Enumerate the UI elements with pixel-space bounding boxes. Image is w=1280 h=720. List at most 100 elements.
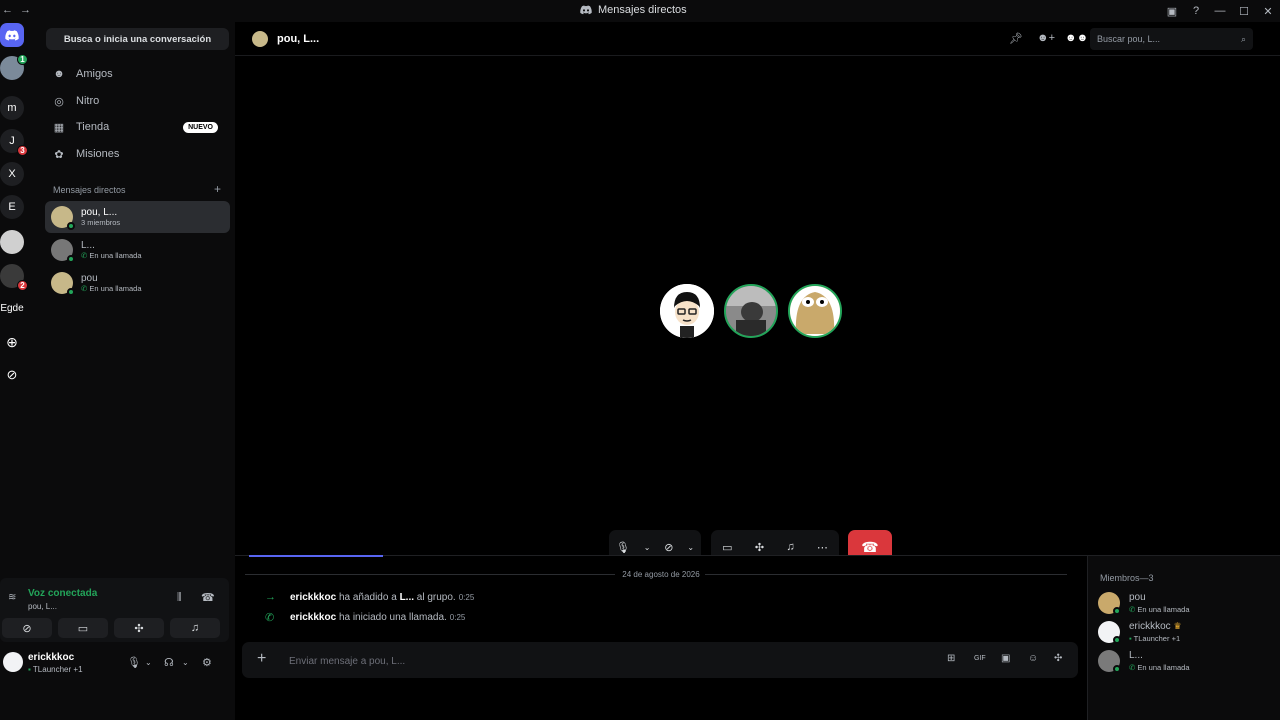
emoji-icon[interactable]: ☺ [1028,653,1038,664]
add-friends-icon[interactable]: ☻+ [1037,32,1055,44]
create-dm-icon[interactable]: + [214,182,221,196]
maximize-icon[interactable]: ☐ [1232,5,1256,18]
server-e[interactable]: E [0,195,24,219]
member-name: erickkkoc ♛ [1129,621,1182,632]
member-item[interactable]: erickkkoc ♛ ▪ TLauncher +1 [1098,619,1278,645]
status-dot [1113,636,1121,644]
dm-name: L... [81,239,95,251]
status-dot [67,255,75,263]
member-sub-extra: +1 [1171,634,1181,643]
soundboard-button[interactable]: ♫ [170,618,220,638]
chevron-down-icon[interactable]: ⌄ [687,543,694,552]
nav-quests-label: Misiones [76,148,120,160]
search-input[interactable]: Buscar pou, L... ⌕ [1090,28,1253,50]
message-author[interactable]: erickkkoc [290,612,336,623]
game-icon: ▪ [28,665,31,674]
dm-item-group[interactable]: pou, L... 3 miembros [45,201,230,233]
chevron-down-icon[interactable]: ⌄ [145,658,152,667]
group-avatar [252,31,268,47]
share-screen-button[interactable]: ▭ [58,618,108,638]
find-conversation-button[interactable]: Busca o inicia una conversación [46,28,229,50]
camera-off-button[interactable]: ⊘ [2,618,52,638]
home-button[interactable] [0,23,24,47]
chat-area: 24 de agosto de 2026 → erickkkoc ha añad… [235,555,1087,720]
message-target[interactable]: L... [400,592,414,603]
participant-avatar-pou[interactable] [788,284,842,338]
server-j[interactable]: J 3 [0,129,28,156]
server-egde[interactable]: Egde [0,296,24,320]
friends-icon: ☻ [53,68,65,80]
more-icon[interactable]: ⋯ [817,541,828,554]
status-dot [67,288,75,296]
date-divider: 24 de agosto de 2026 [622,570,700,579]
avatar [51,206,75,230]
inbox-icon[interactable]: ▣ [1160,5,1184,18]
activities-button[interactable]: ✣ [114,618,164,638]
dm-item-pou[interactable]: pou ✆ En una llamada [45,267,230,299]
server-avatar-group[interactable]: 2 [0,264,28,291]
server-x[interactable]: X [0,162,24,186]
nav-shop-label: Tienda [76,121,110,133]
group-dm-avatar[interactable]: 1 [0,54,28,80]
help-icon[interactable]: ? [1184,5,1208,17]
system-message: ✆ erickkkoc ha iniciado una llamada. 0:2… [265,611,465,624]
status-dot [67,222,75,230]
message-author[interactable]: erickkkoc [290,592,336,603]
member-item[interactable]: pou ✆ En una llamada [1098,590,1278,616]
member-item[interactable]: L... ✆ En una llamada [1098,648,1278,674]
discord-icon [580,5,592,15]
activities-icon[interactable]: ✣ [755,541,764,554]
pou-icon [790,286,840,336]
sticker-icon[interactable]: ▣ [1001,653,1010,664]
member-name-text: erickkkoc [1129,621,1171,632]
members-list-icon[interactable]: ☻☻ [1065,32,1088,44]
member-sub: ▪ TLauncher +1 [1129,634,1180,643]
message-composer[interactable]: + Enviar mensaje a pou, L... ⊞ GIF ▣ ☺ ✣ [242,642,1078,678]
signal-icon[interactable]: ≋ [8,592,16,603]
attach-icon[interactable]: + [257,650,266,668]
phone-icon: ✆ [265,612,275,624]
microphone-icon[interactable]: 🎙︎ [127,656,141,669]
add-server-icon[interactable]: ⊕ [0,330,24,354]
header: pou, L... 📌︎ ☻+ ☻☻ Buscar pou, L... ⌕ [235,22,1280,56]
phone-icon: ✆ [1129,663,1136,672]
participant-avatar-l[interactable] [724,284,778,338]
settings-icon[interactable]: ⚙︎ [202,656,212,669]
call-tab-indicator [249,555,383,557]
nav-arrows[interactable]: ← → [2,4,33,16]
chevron-down-icon[interactable]: ⌄ [182,658,189,667]
nav-friends[interactable]: ☻ Amigos [48,62,228,86]
disconnect-icon[interactable]: ☎ [201,591,215,604]
nav-shop[interactable]: ▦ Tienda NUEVO [48,115,228,139]
share-screen-icon[interactable]: ▭ [722,541,732,554]
apps-icon[interactable]: ✣ [1054,653,1062,664]
message-text: ha iniciado una llamada. [338,612,447,623]
dm-name: pou, L... [81,206,118,218]
mii-icon [660,284,714,338]
server-m[interactable]: m [0,96,24,120]
phone-icon: ✆ [81,250,88,260]
chevron-down-icon[interactable]: ⌄ [644,543,651,552]
soundboard-icon[interactable]: ♫ [786,541,794,553]
noise-suppression-icon[interactable]: ⫼ [177,592,182,603]
microphone-icon[interactable]: 🎙︎ [616,541,630,554]
nav-nitro[interactable]: ◎ Nitro [48,89,228,113]
gift-icon[interactable]: ⊞ [947,653,955,664]
explore-icon[interactable]: ⊘ [0,363,24,387]
camera-off-icon[interactable]: ⊘ [664,541,673,554]
title-bar: ← → Mensajes directos ▣ ? — ☐ ✕ [0,0,1280,22]
dm-item-l[interactable]: L... ✆ En una llamada [45,234,230,266]
minimize-icon[interactable]: — [1208,5,1232,17]
close-icon[interactable]: ✕ [1256,5,1280,18]
headphones-icon[interactable]: ☊ [164,656,174,669]
nav-quests[interactable]: ✿ Misiones [48,142,228,166]
dm-sub-text: En una llamada [89,283,142,293]
user-activity-extra: +1 [73,665,83,674]
pin-icon[interactable]: 📌︎ [1009,32,1023,45]
user-avatar[interactable] [3,652,23,672]
server-avatar-skull[interactable] [0,230,24,254]
member-sub: ✆ En una llamada [1129,663,1190,672]
voice-status: Voz conectada [28,588,98,599]
gif-icon[interactable]: GIF [974,655,986,662]
participant-avatar-erickkkoc[interactable] [660,284,714,338]
